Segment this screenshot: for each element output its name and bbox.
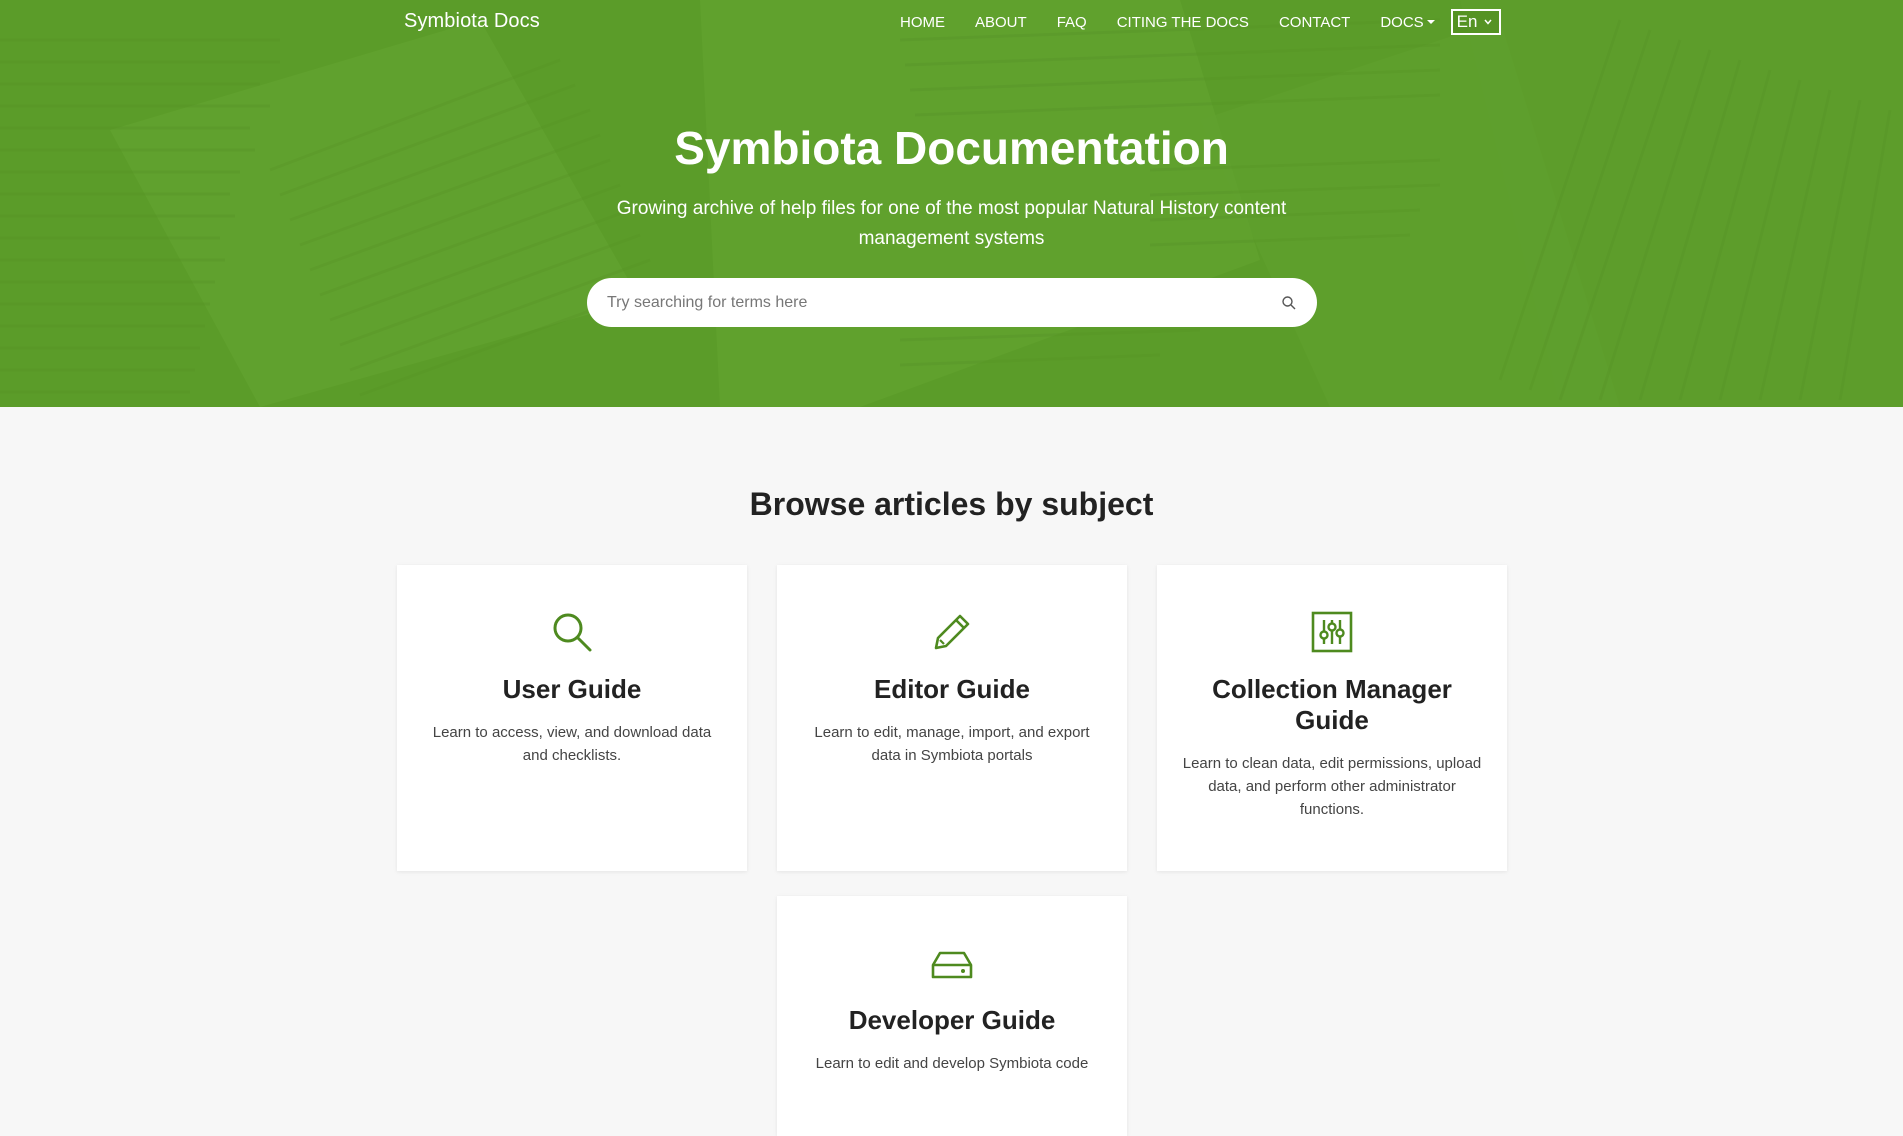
card-user-guide[interactable]: User Guide Learn to access, view, and do…: [397, 565, 747, 871]
card-description: Learn to access, view, and download data…: [432, 724, 712, 764]
card-title: Editor Guide: [874, 674, 1030, 704]
hard-drive-icon: [931, 951, 973, 979]
nav-docs-dropdown[interactable]: DOCS: [1380, 13, 1435, 31]
nav-faq-link[interactable]: FAQ: [1057, 14, 1087, 31]
card-collection-manager-guide[interactable]: Collection Manager Guide Learn to clean …: [1157, 565, 1507, 871]
search-input[interactable]: [607, 293, 1281, 312]
pencil-icon: [934, 614, 970, 650]
card-description: Learn to edit and develop Symbiota code: [815, 1055, 1089, 1072]
search-icon[interactable]: [1281, 295, 1297, 311]
search-bar: [587, 278, 1317, 327]
hero-banner: Symbiota Docs HOME ABOUT FAQ CITING THE …: [0, 0, 1903, 407]
card-description: Learn to edit, manage, import, and expor…: [814, 724, 1090, 764]
sliders-icon: [1311, 611, 1353, 653]
card-developer-guide[interactable]: Developer Guide Learn to edit and develo…: [777, 896, 1127, 1136]
card-editor-guide[interactable]: Editor Guide Learn to edit, manage, impo…: [777, 565, 1127, 871]
card-title: User Guide: [502, 674, 642, 704]
card-title: Collection Manager Guide: [1212, 674, 1452, 735]
card-title: Developer Guide: [848, 1005, 1056, 1035]
card-description: Learn to clean data, edit permissions, u…: [1182, 755, 1482, 818]
search-icon: [553, 613, 592, 652]
nav-docs-label: DOCS: [1380, 13, 1424, 31]
nav-links: HOME ABOUT FAQ CITING THE DOCS CONTACT D…: [900, 0, 1501, 44]
caret-down-icon: [1426, 20, 1435, 24]
chevron-down-icon: [1484, 19, 1492, 25]
brand-link[interactable]: Symbiota Docs: [404, 10, 540, 33]
language-value: En: [1456, 12, 1478, 31]
hero-title: Symbiota Documentation: [674, 122, 1229, 174]
top-navbar: Symbiota Docs HOME ABOUT FAQ CITING THE …: [0, 0, 1903, 44]
nav-contact-link[interactable]: CONTACT: [1279, 14, 1350, 31]
nav-citing-link[interactable]: CITING THE DOCS: [1117, 14, 1249, 31]
section-title: Browse articles by subject: [749, 486, 1154, 522]
hero-subtitle: Growing archive of help files for one of…: [616, 198, 1287, 249]
nav-about-link[interactable]: ABOUT: [975, 14, 1027, 31]
nav-home-link[interactable]: HOME: [900, 14, 945, 31]
language-select[interactable]: En: [1450, 9, 1501, 35]
